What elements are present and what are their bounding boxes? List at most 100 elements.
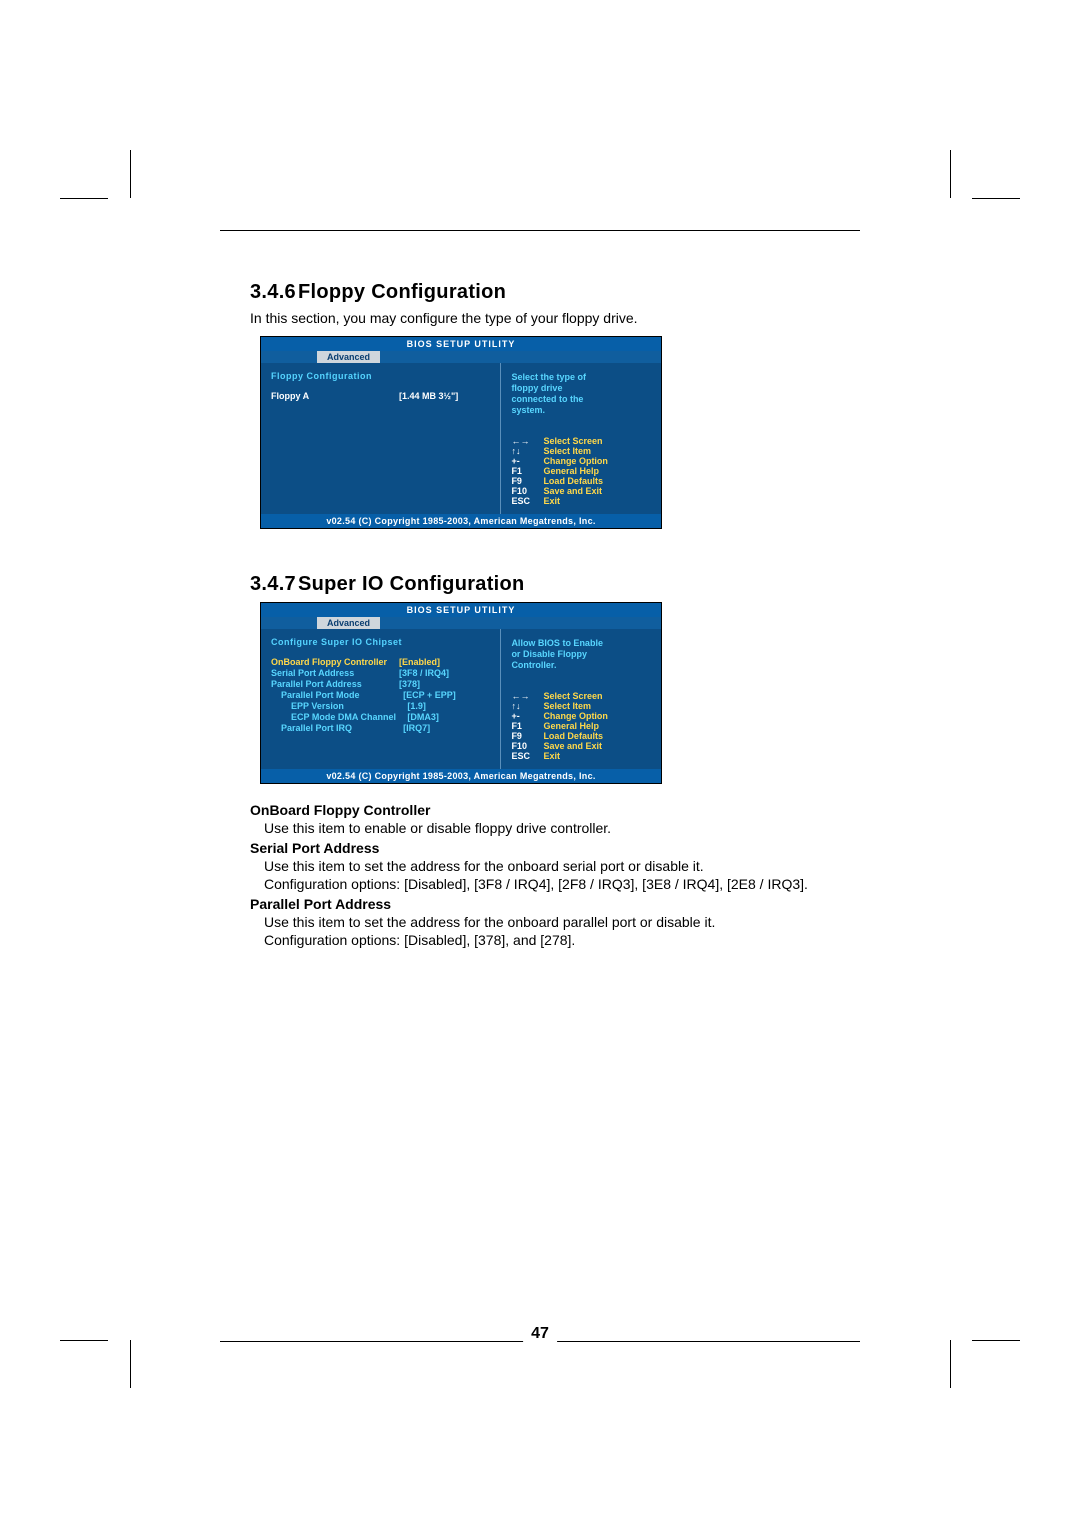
bios-title: BIOS SETUP UTILITY (261, 337, 661, 351)
key-shortcut: +- (511, 711, 543, 721)
crop-mark (130, 1340, 131, 1388)
bios-option-row: OnBoard Floppy Controller[Enabled] (271, 657, 490, 667)
bios-right-pane: Select the type of floppy drive connecte… (501, 363, 661, 514)
bios-title: BIOS SETUP UTILITY (261, 603, 661, 617)
option-key: Floppy A (271, 391, 399, 401)
bios-screenshot-floppy: BIOS SETUP UTILITY Advanced Floppy Confi… (260, 336, 662, 529)
desc-parallel-2: Configuration options: [Disabled], [378]… (264, 932, 860, 948)
key-row: F9Load Defaults (511, 731, 653, 741)
crop-mark (950, 150, 951, 198)
key-shortcut: F1 (511, 721, 543, 731)
bios-left-pane: Floppy Configuration Floppy A [1.44 MB 3… (261, 363, 501, 514)
key-shortcut: +- (511, 456, 543, 466)
bios-option-row: ECP Mode DMA Channel[DMA3] (271, 712, 490, 722)
crop-mark (60, 1340, 108, 1341)
bios-help-text: Select the type of floppy drive connecte… (511, 371, 653, 416)
option-value: [3F8 / IRQ4] (399, 668, 490, 678)
desc-serial-2: Configuration options: [Disabled], [3F8 … (264, 876, 860, 892)
key-desc: Save and Exit (543, 486, 602, 496)
bios-tab-advanced: Advanced (317, 617, 380, 629)
bios-footer: v02.54 (C) Copyright 1985-2003, American… (261, 769, 661, 783)
key-desc: Select Item (543, 446, 591, 456)
desc-parallel-1: Use this item to set the address for the… (264, 914, 860, 930)
key-row: ↑↓Select Item (511, 446, 653, 456)
key-row: ESCExit (511, 496, 653, 506)
intro-floppy: In this section, you may configure the t… (250, 310, 860, 326)
key-desc: Load Defaults (543, 476, 603, 486)
crop-mark (130, 150, 131, 198)
bios-option-row: Serial Port Address[3F8 / IRQ4] (271, 668, 490, 678)
crop-mark (972, 1340, 1020, 1341)
option-key: Parallel Port IRQ (281, 723, 403, 733)
option-key: OnBoard Floppy Controller (271, 657, 399, 667)
bios-left-header: Configure Super IO Chipset (271, 637, 490, 647)
bios-screenshot-superio: BIOS SETUP UTILITY Advanced Configure Su… (260, 602, 662, 784)
key-row: F1General Help (511, 721, 653, 731)
bios-body: Configure Super IO Chipset OnBoard Flopp… (261, 629, 661, 769)
heading-superio: 3.4.7Super IO Configuration (250, 573, 860, 596)
bios-tab-advanced: Advanced (317, 351, 380, 363)
key-row: F1General Help (511, 466, 653, 476)
key-row: +-Change Option (511, 711, 653, 721)
key-desc: General Help (543, 466, 599, 476)
sub-parallel: Parallel Port Address (250, 896, 860, 912)
bios-tabs: Advanced (261, 617, 661, 629)
crop-mark (972, 198, 1020, 199)
crop-mark (950, 1340, 951, 1388)
key-shortcut: F10 (511, 741, 543, 751)
bios-key-legend: ←→Select Screen↑↓Select Item+-Change Opt… (511, 691, 653, 761)
option-key: Parallel Port Address (271, 679, 399, 689)
crop-mark (60, 198, 108, 199)
key-row: ↑↓Select Item (511, 701, 653, 711)
key-shortcut: ←→ (511, 436, 543, 446)
heading-text: Super IO Configuration (298, 573, 525, 595)
heading-floppy: 3.4.6Floppy Configuration (250, 281, 860, 304)
bios-tabs: Advanced (261, 351, 661, 363)
bios-body: Floppy Configuration Floppy A [1.44 MB 3… (261, 363, 661, 514)
option-value: [1.9] (407, 701, 490, 711)
option-key: Serial Port Address (271, 668, 399, 678)
key-row: F9Load Defaults (511, 476, 653, 486)
bios-right-pane: Allow BIOS to Enable or Disable Floppy C… (501, 629, 661, 769)
bios-option-row: Parallel Port IRQ[IRQ7] (271, 723, 490, 733)
key-desc: Change Option (543, 456, 608, 466)
option-key: ECP Mode DMA Channel (291, 712, 407, 722)
option-key: Parallel Port Mode (281, 690, 403, 700)
bios-option-row: Floppy A [1.44 MB 3½"] (271, 391, 490, 401)
option-key: EPP Version (291, 701, 407, 711)
key-shortcut: ↑↓ (511, 701, 543, 711)
key-desc: Change Option (543, 711, 608, 721)
key-desc: Select Screen (543, 436, 602, 446)
bios-key-legend: ←→Select Screen↑↓Select Item+-Change Opt… (511, 436, 653, 506)
key-desc: Save and Exit (543, 741, 602, 751)
bios-option-row: Parallel Port Address[378] (271, 679, 490, 689)
option-value: [ECP + EPP] (403, 690, 490, 700)
heading-text: Floppy Configuration (298, 281, 506, 303)
bios-help-text: Allow BIOS to Enable or Disable Floppy C… (511, 637, 653, 671)
option-value: [Enabled] (399, 657, 490, 667)
option-value: [DMA3] (407, 712, 490, 722)
key-shortcut: F9 (511, 731, 543, 741)
key-shortcut: ESC (511, 496, 543, 506)
key-row: F10Save and Exit (511, 486, 653, 496)
option-value: [378] (399, 679, 490, 689)
key-shortcut: ↑↓ (511, 446, 543, 456)
key-shortcut: ESC (511, 751, 543, 761)
bios-option-row: Parallel Port Mode[ECP + EPP] (271, 690, 490, 700)
desc-serial-1: Use this item to set the address for the… (264, 858, 860, 874)
option-value: [1.44 MB 3½"] (399, 391, 490, 401)
bios-footer: v02.54 (C) Copyright 1985-2003, American… (261, 514, 661, 528)
key-row: ←→Select Screen (511, 436, 653, 446)
key-row: ←→Select Screen (511, 691, 653, 701)
option-value: [IRQ7] (403, 723, 490, 733)
bios-left-pane: Configure Super IO Chipset OnBoard Flopp… (261, 629, 501, 769)
key-desc: Select Screen (543, 691, 602, 701)
heading-number: 3.4.7 (250, 573, 296, 595)
key-row: ESCExit (511, 751, 653, 761)
key-desc: Exit (543, 751, 560, 761)
key-shortcut: F1 (511, 466, 543, 476)
desc-onboard: Use this item to enable or disable flopp… (264, 820, 860, 836)
page-number: 47 (523, 1325, 557, 1343)
bios-option-row: EPP Version[1.9] (271, 701, 490, 711)
sub-onboard: OnBoard Floppy Controller (250, 802, 860, 818)
